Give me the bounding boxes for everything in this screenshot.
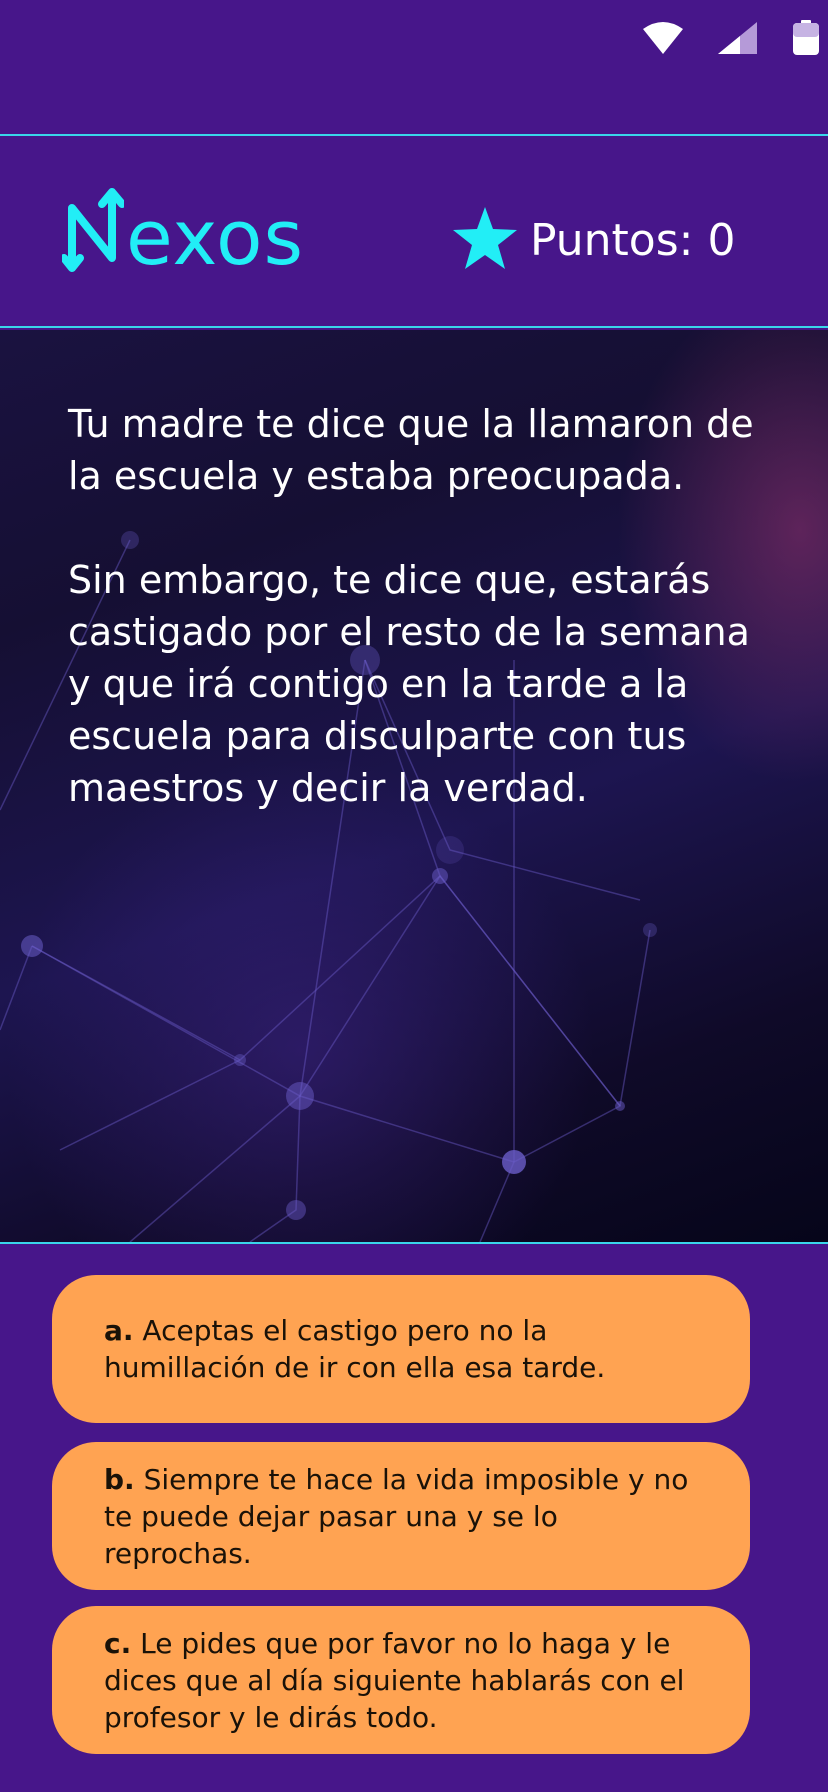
option-c-label: Le pides que por favor no lo haga y le d… xyxy=(104,1626,685,1734)
option-b-letter: b. xyxy=(104,1462,135,1496)
option-a-letter: a. xyxy=(104,1314,134,1347)
story-paragraph: Sin embargo, te dice que, estarás castig… xyxy=(68,558,750,810)
option-c-letter: c. xyxy=(104,1626,132,1660)
cell-signal-icon xyxy=(718,21,758,55)
score-display: Puntos: 0 xyxy=(452,206,735,275)
score-label: Puntos: 0 xyxy=(530,214,736,266)
story-text: Tu madre te dice que la llamaron de la e… xyxy=(68,398,780,866)
story-panel: Tu madre te dice que la llamaron de la e… xyxy=(0,330,828,1242)
app-logo: exos xyxy=(62,188,305,282)
option-a-label: Aceptas el castigo pero no la humillació… xyxy=(104,1314,606,1384)
app-logo-text: exos xyxy=(126,193,305,282)
option-b-label: Siempre te hace la vida imposible y no t… xyxy=(104,1462,689,1570)
status-icons xyxy=(642,20,820,56)
option-c-button[interactable]: c. Le pides que por favor no lo haga y l… xyxy=(52,1606,750,1754)
option-b-button[interactable]: b. Siempre te hace la vida imposible y n… xyxy=(52,1442,750,1590)
options-top-rule xyxy=(0,1242,828,1244)
app-header: exos Puntos: 0 xyxy=(0,136,828,326)
option-c-text: c. Le pides que por favor no lo haga y l… xyxy=(104,1625,714,1736)
story-paragraph: Tu madre te dice que la llamaron de la e… xyxy=(68,402,754,498)
status-bar xyxy=(0,0,828,134)
nexos-n-logo-icon xyxy=(62,188,124,272)
star-icon xyxy=(452,206,518,275)
option-a-text: a. Aceptas el castigo pero no la humilla… xyxy=(104,1312,714,1386)
option-a-button[interactable]: a. Aceptas el castigo pero no la humilla… xyxy=(52,1275,750,1423)
option-b-text: b. Siempre te hace la vida imposible y n… xyxy=(104,1461,714,1572)
battery-icon xyxy=(792,20,820,56)
game-screen: exos Puntos: 0 Tu madre te dice que la l… xyxy=(0,0,828,1792)
header-bottom-rule xyxy=(0,326,828,328)
wifi-icon xyxy=(642,21,684,55)
